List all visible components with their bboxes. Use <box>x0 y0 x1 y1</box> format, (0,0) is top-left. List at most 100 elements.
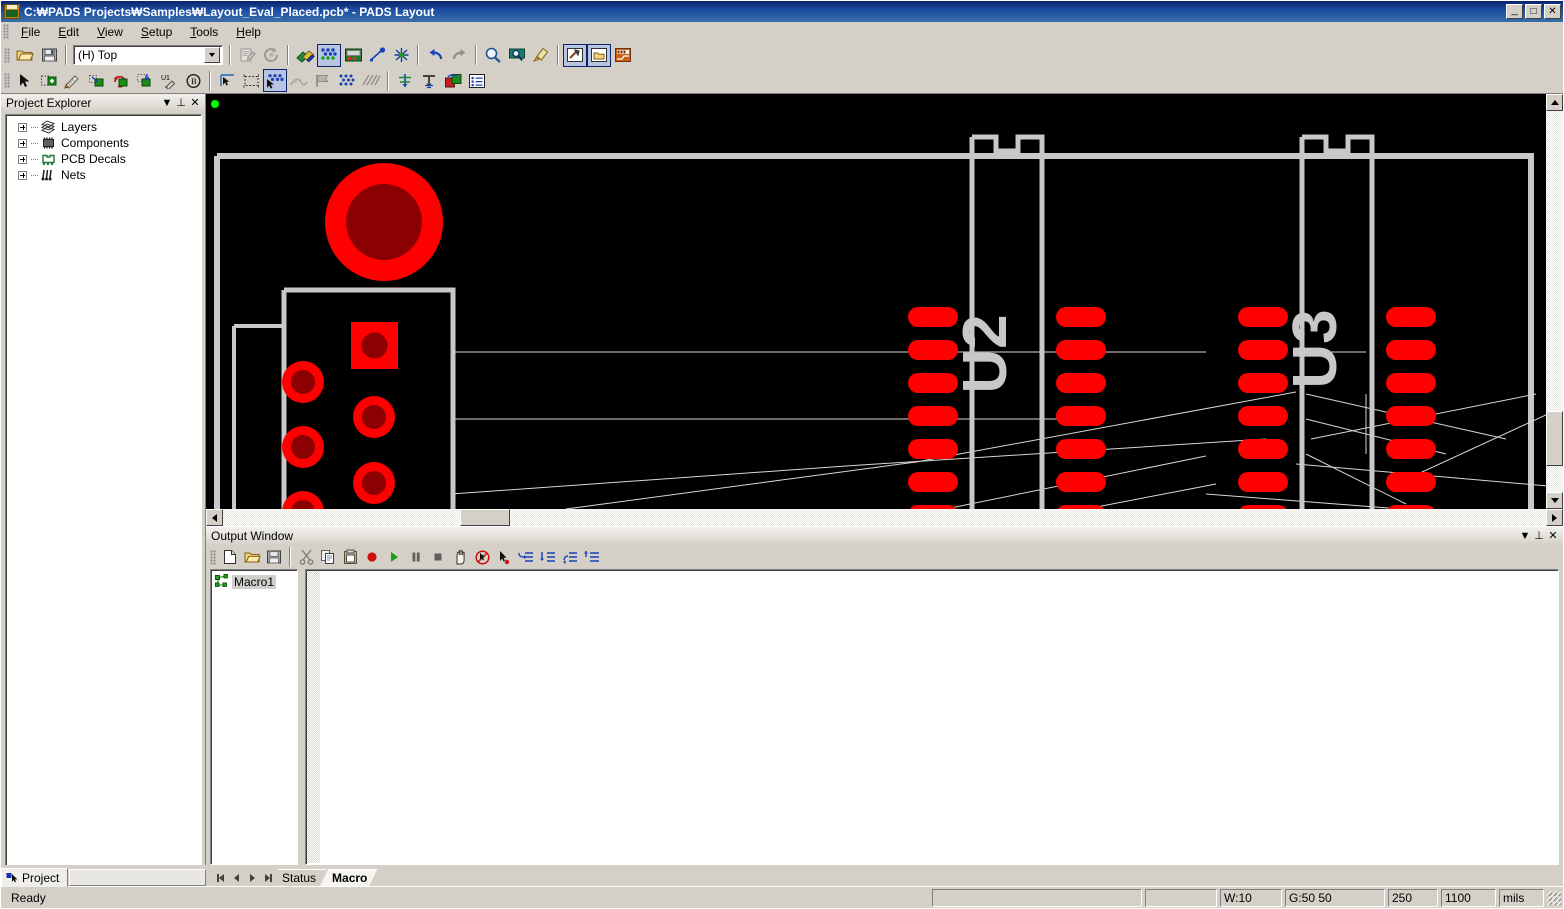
menu-tools[interactable]: Tools <box>181 23 227 41</box>
redraw-button[interactable] <box>529 44 553 67</box>
scroll-down-button[interactable] <box>1546 492 1563 509</box>
stop-button[interactable] <box>427 547 449 568</box>
expander-plus-icon[interactable] <box>18 154 27 164</box>
menu-view[interactable]: View <box>88 23 132 41</box>
select-net-button[interactable] <box>263 69 287 92</box>
canvas-horizontal-scrollbar[interactable] <box>206 509 1563 526</box>
next-sheet-button[interactable] <box>244 869 260 886</box>
tab-project[interactable]: Project <box>1 868 69 887</box>
step-into-button[interactable] <box>537 547 559 568</box>
panel-menu-button[interactable]: ▼ <box>160 96 174 110</box>
save-macro-button[interactable] <box>263 547 285 568</box>
pads-logic-button[interactable] <box>611 44 635 67</box>
macro-editor[interactable] <box>305 569 1559 865</box>
canvas-vertical-scrollbar[interactable] <box>1546 94 1563 509</box>
board-outline-button[interactable] <box>341 44 365 67</box>
run-to-cursor-button[interactable] <box>581 547 603 568</box>
toolbar-grip-handle[interactable] <box>4 47 10 63</box>
menu-help[interactable]: Help <box>227 23 270 41</box>
tree-item-nets[interactable]: Nets <box>6 167 201 183</box>
panel-menu-button[interactable]: ▼ <box>1518 529 1532 543</box>
step-over-button[interactable] <box>559 547 581 568</box>
copy-button[interactable] <box>317 547 339 568</box>
new-macro-button[interactable] <box>219 547 241 568</box>
reports-button[interactable] <box>465 69 489 92</box>
rename-ref-des-button[interactable]: U1 <box>157 69 181 92</box>
pause-button[interactable] <box>405 547 427 568</box>
macro-list[interactable]: Macro1 <box>210 569 298 865</box>
refresh-button[interactable] <box>259 44 283 67</box>
expander-plus-icon[interactable] <box>18 122 27 132</box>
vscroll-track[interactable] <box>1546 111 1563 492</box>
panel-pin-button[interactable]: ⊥ <box>174 96 188 110</box>
expander-plus-icon[interactable] <box>18 138 27 148</box>
record-button[interactable] <box>361 547 383 568</box>
pads-library-button[interactable] <box>587 43 611 67</box>
menu-setup[interactable]: Setup <box>132 23 181 41</box>
pads-router-button[interactable] <box>563 43 587 67</box>
split-plane-button[interactable] <box>389 44 413 67</box>
tab-status[interactable]: Status <box>270 869 326 886</box>
panel-close-button[interactable]: ✕ <box>188 96 202 110</box>
pointer-record-button[interactable] <box>493 547 515 568</box>
net-ratsnest-button[interactable] <box>393 69 417 92</box>
minimize-button[interactable]: _ <box>1506 4 1523 19</box>
dimension-button[interactable] <box>61 69 85 92</box>
hscroll-thumb[interactable] <box>460 509 510 526</box>
layer-select[interactable]: (H) Top <box>73 45 223 65</box>
redo-button[interactable] <box>447 44 471 67</box>
pcb-canvas[interactable]: U2 U3 <box>206 94 1546 509</box>
project-tree[interactable]: Layers Components PCB Decals Nets <box>5 114 202 883</box>
split-plane-tool-button[interactable] <box>311 69 335 92</box>
design-rules-button[interactable] <box>235 44 259 67</box>
disable-button[interactable] <box>471 547 493 568</box>
design-toolbar-grip-handle[interactable] <box>4 73 10 88</box>
vscroll-thumb[interactable] <box>1546 411 1563 466</box>
menu-grip-handle[interactable] <box>3 24 9 39</box>
move-button[interactable] <box>85 69 109 92</box>
run-button[interactable] <box>383 547 405 568</box>
drafting-toolbar-button[interactable] <box>317 43 341 67</box>
tree-item-pcb-decals[interactable]: PCB Decals <box>6 151 201 167</box>
chevron-down-icon[interactable] <box>204 47 220 63</box>
add-component-button[interactable] <box>37 69 61 92</box>
step-hand-button[interactable] <box>449 547 471 568</box>
hatch-button[interactable] <box>359 69 383 92</box>
flip-side-button[interactable] <box>133 69 157 92</box>
select-shape-button[interactable] <box>239 69 263 92</box>
expander-plus-icon[interactable] <box>18 170 27 180</box>
ecad-sync-button[interactable] <box>441 69 465 92</box>
cut-button[interactable] <box>295 547 317 568</box>
menu-edit[interactable]: Edit <box>49 23 88 41</box>
panel-close-button[interactable]: ✕ <box>1546 529 1560 543</box>
zoom-area-button[interactable] <box>505 44 529 67</box>
select-anything-button[interactable] <box>215 69 239 92</box>
list-item[interactable]: Macro1 <box>214 573 297 590</box>
undo-button[interactable] <box>423 44 447 67</box>
drill-button[interactable] <box>417 69 441 92</box>
close-button[interactable]: ✕ <box>1544 4 1561 19</box>
select-tool-button[interactable] <box>13 69 37 92</box>
panel-pin-button[interactable]: ⊥ <box>1532 529 1546 543</box>
pour-manager-button[interactable] <box>335 69 359 92</box>
menu-file[interactable]: File <box>12 23 49 41</box>
output-toolbar-grip-handle[interactable] <box>210 549 216 565</box>
tree-item-layers[interactable]: Layers <box>6 119 201 135</box>
output-splitter[interactable] <box>298 569 305 865</box>
tab-macro[interactable]: Macro <box>320 869 377 886</box>
open-macro-button[interactable] <box>241 547 263 568</box>
route-button[interactable] <box>365 44 389 67</box>
resize-grip[interactable] <box>1547 890 1561 905</box>
add-route-button[interactable] <box>287 69 311 92</box>
layer-display-button[interactable] <box>293 44 317 67</box>
first-sheet-button[interactable] <box>212 869 228 886</box>
step-out-button[interactable] <box>515 547 537 568</box>
tree-item-components[interactable]: Components <box>6 135 201 151</box>
prev-sheet-button[interactable] <box>228 869 244 886</box>
open-file-button[interactable] <box>13 44 37 67</box>
save-file-button[interactable] <box>37 44 61 67</box>
zoom-button[interactable] <box>481 44 505 67</box>
rotate-button[interactable] <box>109 69 133 92</box>
scroll-left-button[interactable] <box>206 509 223 526</box>
hscroll-track[interactable] <box>223 509 1546 526</box>
